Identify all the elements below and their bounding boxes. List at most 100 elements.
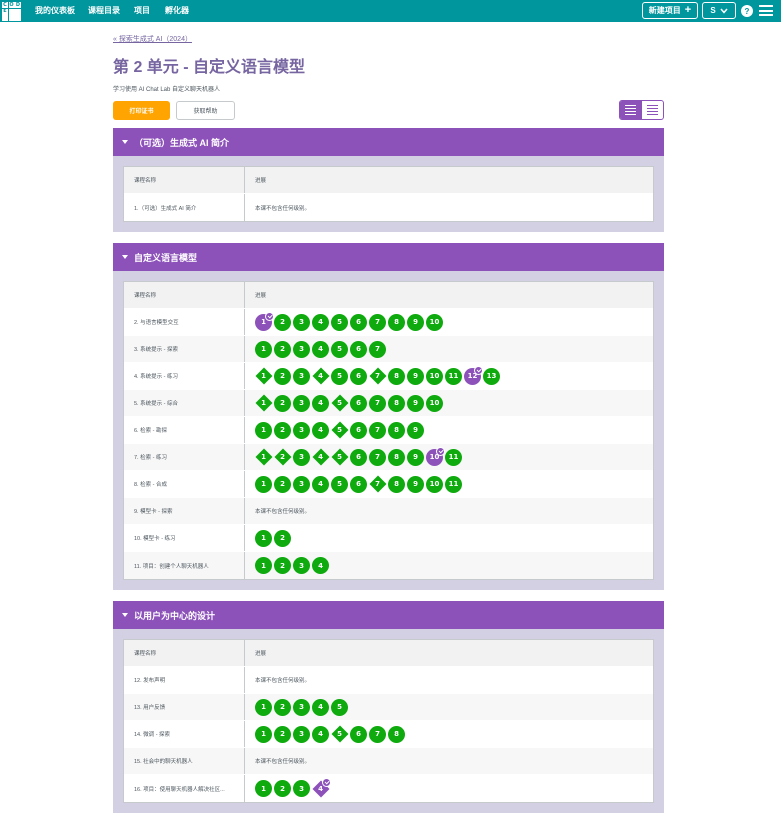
section-header[interactable]: 以用户为中心的设计: [113, 601, 664, 629]
level-bubble[interactable]: 8: [388, 421, 405, 439]
level-bubble[interactable]: 2: [274, 340, 291, 358]
level-bubble[interactable]: 4: [312, 725, 329, 743]
section-header[interactable]: 自定义语言模型: [113, 243, 664, 271]
level-bubble[interactable]: 1: [255, 340, 272, 358]
level-bubble[interactable]: 13: [483, 367, 500, 385]
level-bubble[interactable]: 6: [350, 448, 367, 466]
lesson-name[interactable]: 3. 系统提示 - 探索: [134, 336, 178, 362]
level-bubble[interactable]: 1: [255, 529, 272, 547]
level-bubble[interactable]: 4: [312, 778, 331, 797]
level-bubble[interactable]: 4: [312, 394, 329, 412]
level-bubble[interactable]: 2: [274, 780, 291, 797]
level-bubble[interactable]: 5: [331, 367, 348, 385]
level-bubble[interactable]: 8: [388, 725, 405, 743]
level-bubble[interactable]: 1: [255, 780, 272, 797]
lesson-name[interactable]: 7. 检索 - 练习: [134, 444, 167, 470]
level-bubble[interactable]: 6: [350, 367, 367, 385]
nav-projects[interactable]: 项目: [134, 5, 150, 16]
level-bubble[interactable]: 1: [255, 475, 272, 493]
level-bubble[interactable]: 8: [388, 475, 405, 493]
level-bubble[interactable]: 7: [369, 725, 386, 743]
level-bubble[interactable]: 1: [255, 311, 274, 331]
level-bubble[interactable]: 3: [293, 557, 310, 574]
level-bubble[interactable]: 8: [388, 394, 405, 412]
level-bubble[interactable]: 5: [331, 698, 348, 716]
level-bubble[interactable]: 7: [369, 313, 386, 331]
level-bubble[interactable]: 7: [369, 394, 386, 412]
level-bubble[interactable]: 5: [331, 726, 348, 743]
level-bubble[interactable]: 4: [312, 368, 329, 385]
level-bubble[interactable]: 3: [293, 698, 310, 716]
level-bubble[interactable]: 2: [274, 529, 291, 547]
nav-incubator[interactable]: 孵化器: [165, 5, 189, 16]
level-bubble[interactable]: 4: [312, 313, 329, 331]
level-bubble[interactable]: 12: [464, 365, 483, 385]
level-bubble[interactable]: 3: [293, 394, 310, 412]
level-bubble[interactable]: 1: [255, 449, 272, 466]
level-bubble[interactable]: 2: [274, 367, 291, 385]
level-bubble[interactable]: 6: [350, 475, 367, 493]
level-bubble[interactable]: 6: [350, 421, 367, 439]
level-bubble[interactable]: 4: [312, 340, 329, 358]
level-bubble[interactable]: 1: [255, 395, 272, 412]
level-bubble[interactable]: 9: [407, 313, 424, 331]
lesson-name[interactable]: 1.（可选）生成式 AI 简介: [134, 194, 196, 221]
summary-view-icon[interactable]: [642, 101, 664, 119]
breadcrumb-course-link[interactable]: « 探索生成式 AI（2024）: [113, 34, 192, 44]
lesson-name[interactable]: 14. 微调 - 探索: [134, 721, 170, 747]
level-bubble[interactable]: 10: [426, 394, 443, 412]
lesson-name[interactable]: 9. 模型卡 - 探索: [134, 498, 173, 524]
level-bubble[interactable]: 8: [388, 448, 405, 466]
level-bubble[interactable]: 2: [274, 313, 291, 331]
lesson-name[interactable]: 5. 系统提示 - 综合: [134, 390, 178, 416]
level-bubble[interactable]: 10: [426, 475, 443, 493]
level-bubble[interactable]: 1: [255, 421, 272, 439]
level-bubble[interactable]: 7: [369, 340, 386, 358]
print-certificate-button[interactable]: 打印证书: [113, 101, 170, 120]
level-bubble[interactable]: 5: [331, 313, 348, 331]
level-bubble[interactable]: 3: [293, 367, 310, 385]
level-bubble[interactable]: 1: [255, 725, 272, 743]
level-bubble[interactable]: 3: [293, 448, 310, 466]
hamburger-menu-icon[interactable]: [759, 5, 773, 16]
lesson-name[interactable]: 2. 与语言模型交互: [134, 309, 179, 335]
level-bubble[interactable]: 6: [350, 725, 367, 743]
level-bubble[interactable]: 3: [293, 340, 310, 358]
new-project-button[interactable]: 新建项目 +: [642, 2, 698, 19]
level-bubble[interactable]: 1: [255, 698, 272, 716]
level-bubble[interactable]: 11: [445, 367, 462, 385]
lesson-name[interactable]: 12. 发布声明: [134, 667, 165, 693]
level-bubble[interactable]: 2: [274, 725, 291, 743]
level-bubble[interactable]: 7: [369, 448, 386, 466]
lesson-name[interactable]: 6. 检索 - 勘探: [134, 417, 167, 443]
level-bubble[interactable]: 1: [255, 368, 272, 385]
lesson-name[interactable]: 10. 模型卡 - 练习: [134, 525, 176, 551]
level-bubble[interactable]: 4: [312, 449, 329, 466]
level-bubble[interactable]: 3: [293, 421, 310, 439]
section-header[interactable]: （可选）生成式 AI 简介: [113, 128, 664, 156]
level-bubble[interactable]: 8: [388, 367, 405, 385]
lesson-name[interactable]: 13. 用户反馈: [134, 694, 165, 720]
nav-course-catalog[interactable]: 课程目录: [88, 5, 120, 16]
level-bubble[interactable]: 7: [369, 368, 386, 385]
level-bubble[interactable]: 3: [293, 313, 310, 331]
level-bubble[interactable]: 4: [312, 421, 329, 439]
level-bubble[interactable]: 7: [369, 421, 386, 439]
lesson-name[interactable]: 15. 社会中的聊天机器人: [134, 748, 193, 774]
level-bubble[interactable]: 11: [445, 448, 462, 466]
code-org-logo[interactable]: C O D E: [2, 2, 21, 21]
level-bubble[interactable]: 5: [331, 475, 348, 493]
get-help-button[interactable]: 获取帮助: [176, 101, 235, 120]
level-bubble[interactable]: 4: [312, 698, 329, 716]
level-bubble[interactable]: 2: [274, 698, 291, 716]
level-bubble[interactable]: 10: [426, 313, 443, 331]
level-bubble[interactable]: 3: [293, 780, 310, 797]
level-bubble[interactable]: 6: [350, 313, 367, 331]
help-icon[interactable]: ?: [741, 5, 753, 17]
user-menu-button[interactable]: S: [702, 2, 736, 19]
level-bubble[interactable]: 4: [312, 557, 329, 574]
lesson-name[interactable]: 4. 系统提示 - 练习: [134, 363, 178, 389]
level-bubble[interactable]: 9: [407, 448, 424, 466]
level-bubble[interactable]: 3: [293, 475, 310, 493]
level-bubble[interactable]: 2: [274, 475, 291, 493]
